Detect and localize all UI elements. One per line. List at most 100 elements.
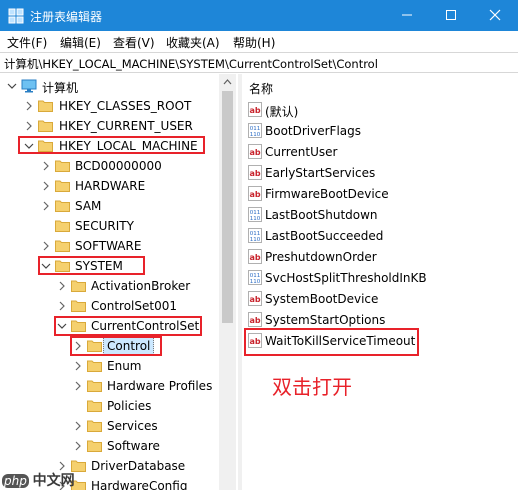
tree-label: HKEY_LOCAL_MACHINE xyxy=(59,139,198,153)
menu-help[interactable]: 帮助(H) xyxy=(233,34,275,51)
chevron-right-icon[interactable] xyxy=(72,340,84,352)
tree-item-computer[interactable]: 计算机 xyxy=(0,76,219,96)
value-row[interactable]: 011 110 BootDriverFlags xyxy=(248,121,513,142)
value-name: SystemBootDevice xyxy=(265,292,379,306)
menu-favorites[interactable]: 收藏夹(A) xyxy=(166,34,220,51)
value-row[interactable]: 011 110 LastBootShutdown xyxy=(248,205,513,226)
tree-item-security[interactable]: SECURITY xyxy=(0,216,219,236)
chevron-right-icon[interactable] xyxy=(56,280,68,292)
key-tree[interactable]: 计算机 HKEY_CLASSES_ROOT HKEY_CURRENT_USER … xyxy=(0,74,238,490)
chevron-down-icon[interactable] xyxy=(6,80,18,92)
tree-item-sam[interactable]: SAM xyxy=(0,196,219,216)
tree-label: Hardware Profiles xyxy=(107,379,213,393)
tree-item-hardware[interactable]: HARDWARE xyxy=(0,176,219,196)
value-name: FirmwareBootDevice xyxy=(265,187,389,201)
chevron-down-icon[interactable] xyxy=(40,260,52,272)
value-row[interactable]: 011 110 LastBootSucceeded xyxy=(248,226,513,247)
tree-item-activation-broker[interactable]: ActivationBroker xyxy=(0,276,219,296)
column-header-name[interactable]: 名称 xyxy=(249,80,273,97)
tree-item-software-sub[interactable]: Software xyxy=(0,436,219,456)
tree-label: DriverDatabase xyxy=(91,459,186,473)
value-name: CurrentUser xyxy=(265,145,338,159)
svg-text:ab: ab xyxy=(249,169,260,178)
tree-item-hkey-local-machine[interactable]: HKEY_LOCAL_MACHINE xyxy=(0,136,219,156)
chevron-right-icon[interactable] xyxy=(72,440,84,452)
tree-item-enum[interactable]: Enum xyxy=(0,356,219,376)
computer-icon xyxy=(21,79,37,93)
folder-icon xyxy=(87,380,102,392)
binary-icon: 011110 xyxy=(248,123,262,138)
value-row[interactable]: ab CurrentUser xyxy=(248,142,513,163)
menu-bar: 文件(F) 编辑(E) 查看(V) 收藏夹(A) 帮助(H) xyxy=(0,31,518,52)
chevron-right-icon[interactable] xyxy=(23,100,35,112)
values-pane[interactable]: 名称 ab (默认) 011 110 BootDriverFlags ab CurrentU… xyxy=(242,74,518,490)
maximize-icon xyxy=(446,10,456,20)
title-bar: 注册表编辑器 xyxy=(0,0,518,31)
scroll-thumb[interactable] xyxy=(222,91,233,323)
value-row[interactable]: ab FirmwareBootDevice xyxy=(248,184,513,205)
chevron-right-icon[interactable] xyxy=(40,200,52,212)
close-button[interactable] xyxy=(474,0,516,31)
minimize-button[interactable] xyxy=(386,0,428,31)
minimize-icon xyxy=(402,14,412,16)
ab-icon: ab xyxy=(248,291,262,306)
tree-label: ControlSet001 xyxy=(91,299,177,313)
folder-icon xyxy=(55,180,70,192)
tree-label: HARDWARE xyxy=(75,179,146,193)
ab-icon: ab xyxy=(248,333,262,348)
tree-item-controlset001[interactable]: ControlSet001 xyxy=(0,296,219,316)
binary-icon: 011110 xyxy=(248,270,262,285)
value-name: LastBootShutdown xyxy=(265,208,378,222)
value-row[interactable]: ab SystemBootDevice xyxy=(248,289,513,310)
value-row[interactable]: ab WaitToKillServiceTimeout xyxy=(248,331,513,352)
chevron-down-icon[interactable] xyxy=(23,140,35,152)
chevron-right-icon[interactable] xyxy=(72,380,84,392)
tree-label-selected: Control xyxy=(103,337,155,355)
tree-scrollbar[interactable] xyxy=(219,74,236,490)
chevron-right-icon[interactable] xyxy=(40,160,52,172)
tree-label: CurrentControlSet xyxy=(91,319,200,333)
menu-file[interactable]: 文件(F) xyxy=(7,34,47,51)
value-row[interactable]: ab (默认) xyxy=(248,100,513,121)
svg-text:110: 110 xyxy=(250,279,261,285)
tree-item-hardware-profiles[interactable]: Hardware Profiles xyxy=(0,376,219,396)
folder-icon xyxy=(55,220,70,232)
chevron-right-icon[interactable] xyxy=(23,120,35,132)
address-bar[interactable]: 计算机\HKEY_LOCAL_MACHINE\SYSTEM\CurrentCon… xyxy=(0,52,518,73)
svg-text:ab: ab xyxy=(249,106,260,115)
folder-icon xyxy=(87,420,102,432)
tree-item-bcd[interactable]: BCD00000000 xyxy=(0,156,219,176)
tree-label: SECURITY xyxy=(75,219,134,233)
value-name: SvcHostSplitThresholdInKB xyxy=(265,271,427,285)
menu-edit[interactable]: 编辑(E) xyxy=(60,34,101,51)
chevron-right-icon[interactable] xyxy=(56,300,68,312)
ab-icon: ab xyxy=(248,312,262,327)
tree-item-system[interactable]: SYSTEM xyxy=(0,256,219,276)
folder-icon xyxy=(71,300,86,312)
tree-item-currentcontrolset[interactable]: CurrentControlSet xyxy=(0,316,219,336)
chevron-right-icon[interactable] xyxy=(72,360,84,372)
chevron-right-icon[interactable] xyxy=(72,420,84,432)
tree-item-hkey-classes-root[interactable]: HKEY_CLASSES_ROOT xyxy=(0,96,219,116)
tree-item-policies[interactable]: Policies xyxy=(0,396,219,416)
value-row[interactable]: ab SystemStartOptions xyxy=(248,310,513,331)
tree-item-control[interactable]: Control xyxy=(0,336,219,356)
tree-item-services[interactable]: Services xyxy=(0,416,219,436)
svg-text:ab: ab xyxy=(249,190,260,199)
value-row[interactable]: ab EarlyStartServices xyxy=(248,163,513,184)
tree-item-software[interactable]: SOFTWARE xyxy=(0,236,219,256)
ab-icon: ab xyxy=(248,144,262,159)
value-row[interactable]: ab PreshutdownOrder xyxy=(248,247,513,268)
chevron-right-icon[interactable] xyxy=(40,180,52,192)
menu-view[interactable]: 查看(V) xyxy=(113,34,155,51)
value-name: (默认) xyxy=(265,105,299,119)
tree-item-hkey-current-user[interactable]: HKEY_CURRENT_USER xyxy=(0,116,219,136)
watermark: php 中文网 xyxy=(2,470,75,490)
value-name: SystemStartOptions xyxy=(265,313,386,327)
value-row[interactable]: 011 110 SvcHostSplitThresholdInKB xyxy=(248,268,513,289)
svg-text:ab: ab xyxy=(249,316,260,325)
maximize-button[interactable] xyxy=(430,0,472,31)
chevron-down-icon[interactable] xyxy=(56,320,68,332)
chevron-right-icon[interactable] xyxy=(40,240,52,252)
scroll-up-icon[interactable] xyxy=(219,74,236,91)
